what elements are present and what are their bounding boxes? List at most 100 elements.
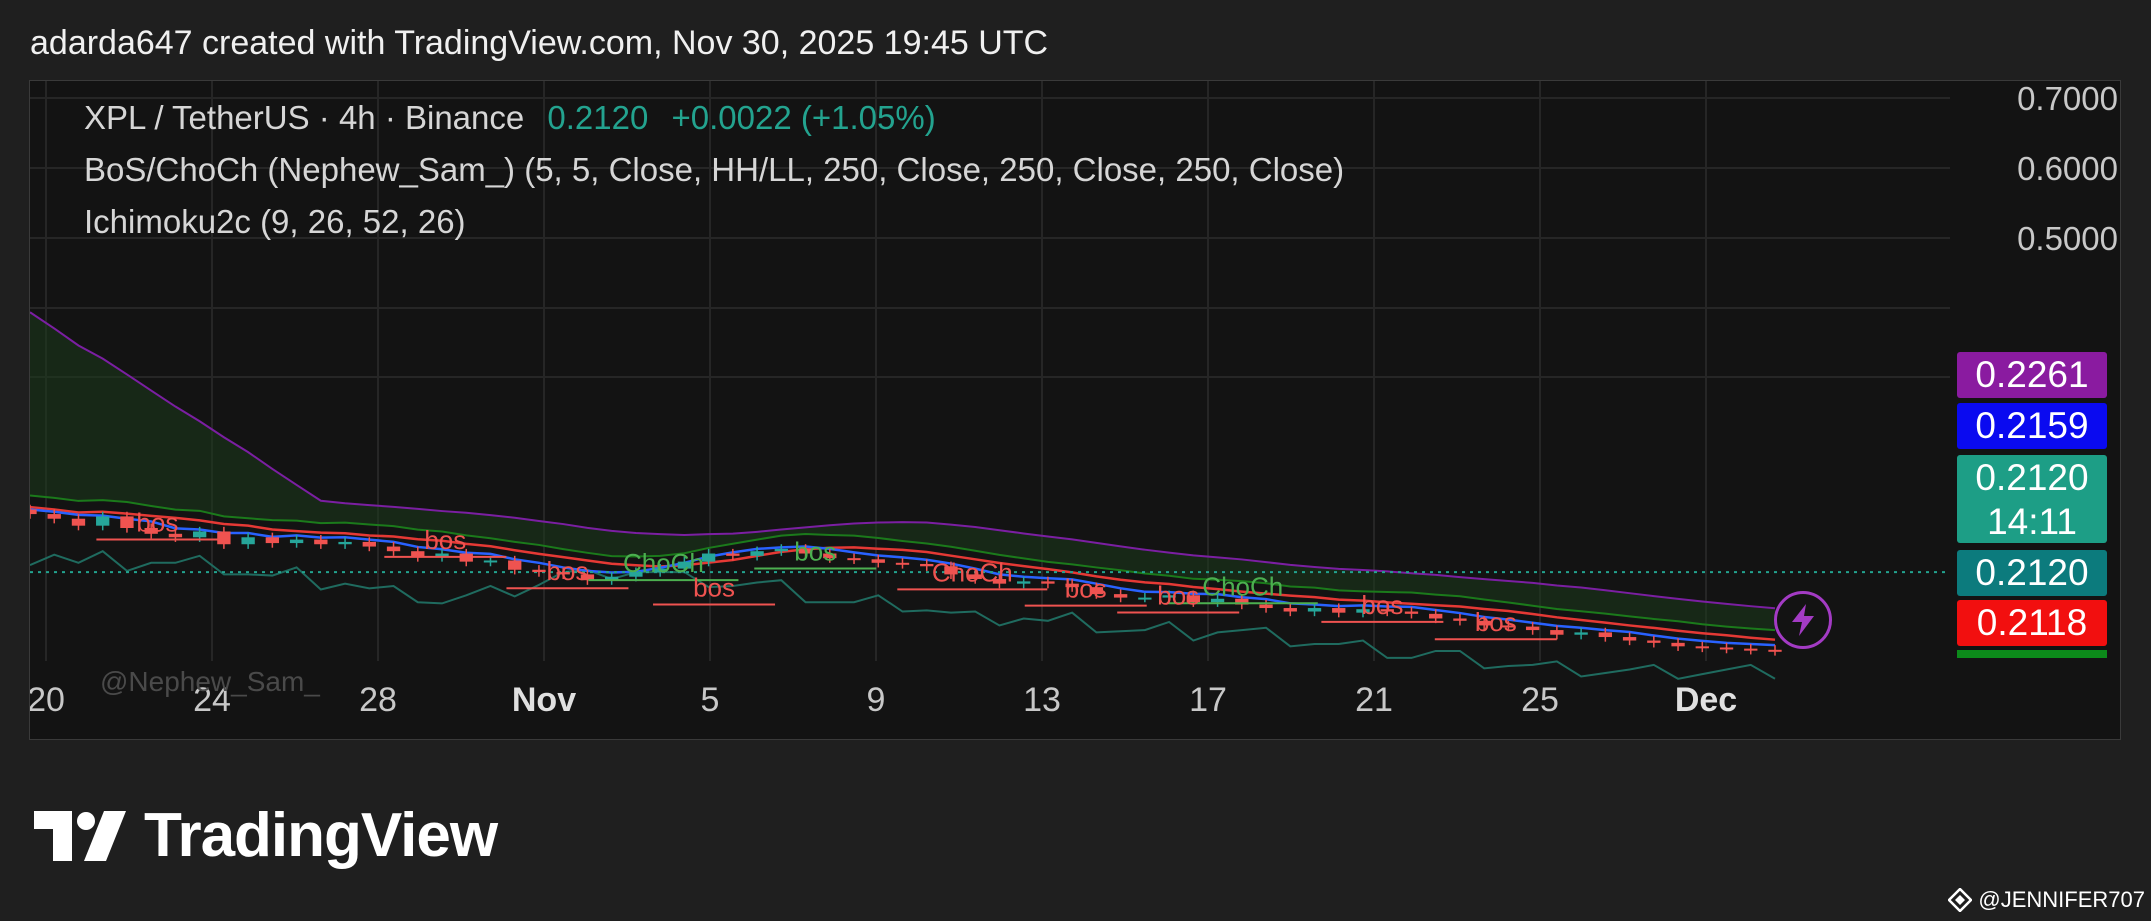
candle-body [871, 559, 885, 563]
x-tick-label: 5 [701, 681, 720, 719]
candle-body [1307, 608, 1322, 612]
candle-body [1404, 611, 1419, 614]
candle-body [192, 531, 207, 538]
diamond-logo-icon [1948, 888, 1973, 912]
chart-frame[interactable]: bos bos bos ChoCh bos bos ChoCh bos ChoCh bos bos b… [29, 80, 2121, 740]
price-tag: 0.2120 14:11 [1957, 455, 2107, 543]
symbol-label[interactable]: XPL / TetherUS · 4h · Binance [84, 99, 524, 136]
author-watermark: @Nephew_Sam_ [100, 666, 320, 697]
candle-body [47, 514, 61, 519]
candle-body [265, 537, 280, 544]
candle-body [1113, 594, 1128, 598]
price-tag: 0.2118 [1957, 600, 2107, 646]
annotation-label: bos [1475, 607, 1517, 637]
candle-body [508, 560, 522, 570]
candle-body [30, 509, 37, 515]
candle-body [1768, 649, 1782, 652]
candle-body [386, 546, 401, 552]
candle-body [532, 569, 546, 573]
legend-change: +0.0022 (+1.05%) [671, 99, 936, 136]
price-tag-value: 0.2120 [1975, 457, 2089, 498]
candle-body [1429, 613, 1443, 619]
candle-body [847, 558, 861, 561]
candle-body [362, 541, 376, 547]
annotation-label: ChoCh [1202, 571, 1283, 601]
cloud-area [30, 312, 1775, 631]
price-tag-value: 0.2118 [1976, 602, 2088, 643]
legend-symbol-row: XPL / TetherUS · 4h · Binance 0.2120 +0.… [84, 99, 936, 137]
annotation-label: bos [1065, 574, 1107, 604]
candle-body [701, 553, 716, 562]
candle-body [1647, 640, 1661, 643]
candle-body [314, 539, 328, 545]
annotation-label: ChoCh [623, 548, 704, 578]
candle-body [1671, 642, 1685, 647]
annotation-label: bos [424, 525, 466, 555]
indicator-ichimoku-label[interactable]: Ichimoku2c (9, 26, 52, 26) [84, 203, 466, 241]
credit-handle: @JENNIFER707 [1978, 887, 2145, 912]
price-tag-value: 0.2261 [1975, 354, 2089, 395]
chart-header: adarda647 created with TradingView.com, … [30, 24, 1049, 62]
annotation-label: bos [693, 572, 735, 602]
indicator-bos-choch-label[interactable]: BoS/ChoCh (Nephew_Sam_) (5, 5, Close, HH… [84, 151, 1344, 189]
x-tick-label: 9 [867, 681, 886, 719]
annotation-label: bos [546, 556, 588, 586]
y-tick-label: 0.6000 [2017, 150, 2118, 187]
price-tag-strip [1957, 650, 2107, 658]
x-tick-label: 25 [1521, 681, 1559, 719]
candle-body [895, 562, 910, 565]
x-tick-label: Nov [512, 681, 576, 719]
credit: @JENNIFER707 [1948, 887, 2145, 913]
annotation-label: ChoCh [932, 557, 1013, 587]
candle-body [483, 560, 498, 563]
candle-body [774, 548, 788, 552]
candle-body [338, 541, 352, 545]
candle-body [289, 539, 304, 544]
x-tick-label: 13 [1023, 681, 1061, 719]
candle-body [1574, 632, 1588, 635]
price-tag-value: 0.2120 [1975, 552, 2089, 593]
candle-body [1453, 618, 1467, 621]
candle-body [1550, 630, 1564, 635]
candle-body [217, 531, 231, 545]
candle-body [1598, 632, 1613, 638]
tradingview-logo: TradingView [34, 800, 498, 871]
price-tag: 0.2120 [1957, 550, 2107, 596]
x-tick-label: Dec [1675, 681, 1737, 719]
candle-body [1622, 637, 1637, 641]
tradingview-mark-icon [34, 810, 126, 861]
candle-body [1525, 626, 1540, 631]
price-tag-countdown: 14:11 [1987, 501, 2077, 542]
price-tag: 0.2159 [1957, 403, 2107, 449]
candle-body [1138, 597, 1152, 600]
lightning-icon[interactable] [1774, 591, 1832, 649]
legend-price: 0.2120 [547, 99, 649, 136]
candle-body [1695, 646, 1709, 649]
candle-body [120, 516, 134, 528]
x-tick-label: 28 [359, 681, 397, 719]
x-tick-label: 20 [30, 681, 65, 719]
candle-body [1259, 604, 1273, 609]
indicator-lines [30, 311, 1950, 680]
annotation-label: bos [1361, 590, 1403, 620]
tradingview-wordmark: TradingView [144, 801, 498, 870]
price-tag-value: 0.2159 [1975, 405, 2089, 446]
candle-body [1332, 608, 1346, 613]
candle-body [241, 537, 255, 545]
annotation-label: bos [794, 536, 836, 566]
candle-body [726, 553, 740, 556]
candle-body [1744, 648, 1758, 651]
ichimoku-cloud [30, 312, 1775, 631]
candle-body [71, 518, 86, 526]
x-tick-label: 21 [1355, 681, 1393, 719]
candle-body [1041, 581, 1055, 584]
annotation-label: bos [136, 507, 178, 537]
y-tick-label: 0.7000 [2017, 81, 2118, 117]
candle-body [1017, 581, 1031, 584]
candle-body [96, 516, 110, 526]
candle-body [1719, 647, 1734, 650]
y-tick-label: 0.5000 [2017, 220, 2118, 257]
annotation-label: bos [1157, 581, 1199, 611]
x-tick-label: 17 [1189, 681, 1227, 719]
candle-body [1283, 608, 1297, 612]
